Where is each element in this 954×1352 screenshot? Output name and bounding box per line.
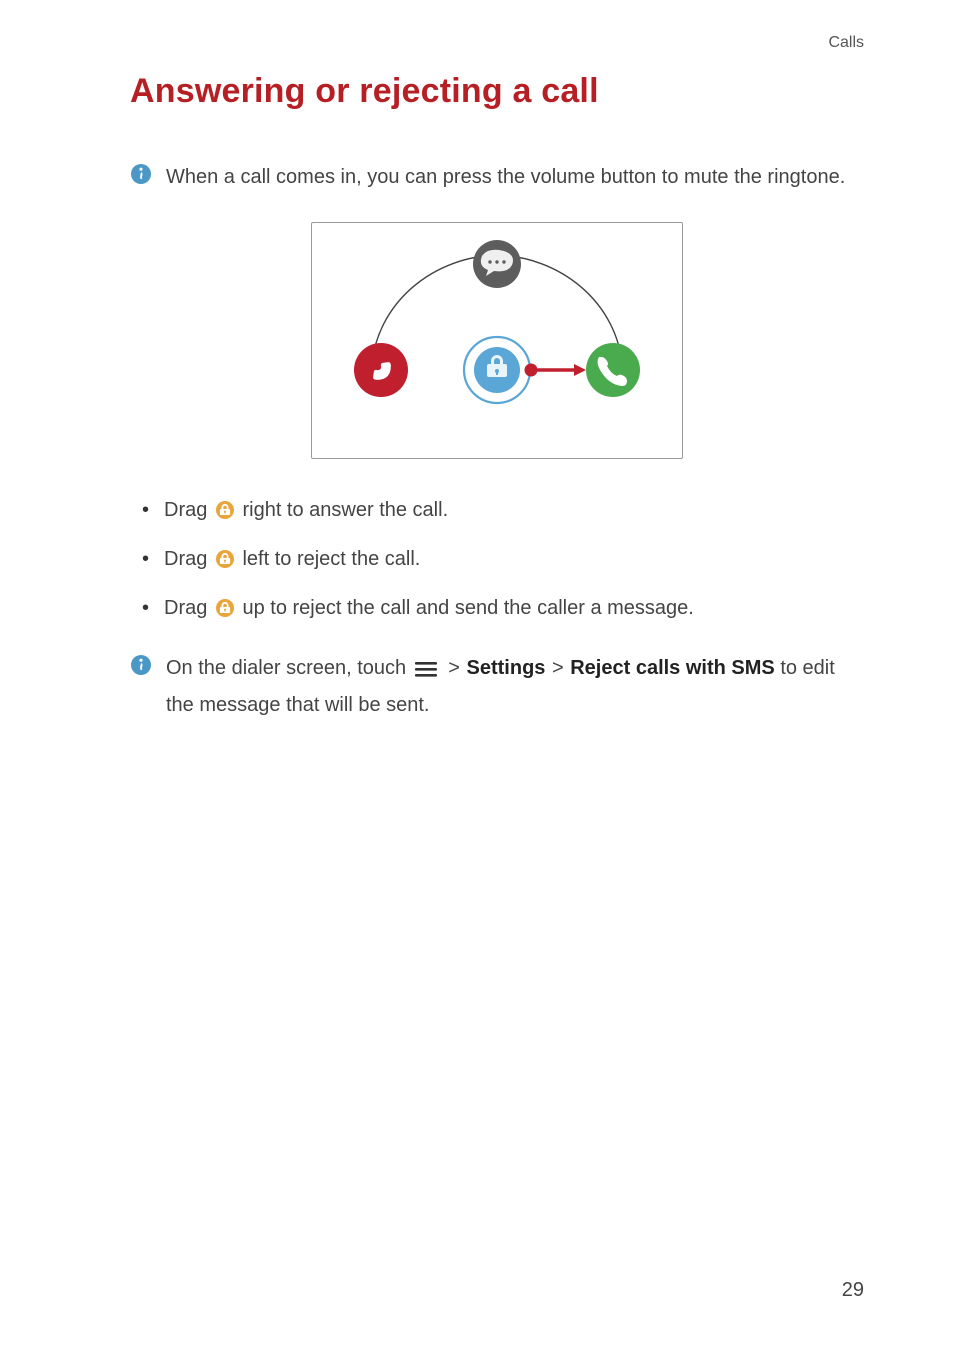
action-answer: Drag right to answer the call. — [140, 495, 864, 530]
call-diagram-svg — [312, 223, 682, 458]
menu-icon — [414, 656, 438, 689]
action-reject-post: left to reject the call. — [242, 548, 420, 570]
action-reject-sms: Drag up to reject the call and send the … — [140, 593, 864, 628]
info-icon — [130, 654, 152, 681]
action-reject: Drag left to reject the call. — [140, 544, 864, 579]
lock-icon — [215, 597, 235, 628]
action-reject-pre: Drag — [164, 548, 213, 570]
page: Calls Answering or rejecting a call When… — [0, 0, 954, 1352]
tip-text-2: On the dialer screen, touch > Settings >… — [166, 652, 864, 722]
gt-2: > — [552, 657, 564, 679]
tip-block-1: When a call comes in, you can press the … — [130, 161, 864, 194]
action-answer-post: right to answer the call. — [242, 499, 448, 521]
reject-sms-label: Reject calls with SMS — [570, 657, 775, 679]
running-head: Calls — [130, 34, 864, 52]
tip-text-1: When a call comes in, you can press the … — [166, 161, 845, 194]
gt-1: > — [448, 657, 460, 679]
action-reject-sms-post: up to reject the call and send the calle… — [242, 597, 693, 619]
action-answer-pre: Drag — [164, 499, 213, 521]
settings-label: Settings — [467, 657, 546, 679]
info-icon — [130, 163, 152, 190]
tip2-pre: On the dialer screen, touch — [166, 657, 412, 679]
page-title: Answering or rejecting a call — [130, 72, 864, 111]
incoming-call-figure — [311, 222, 683, 459]
tip-block-2: On the dialer screen, touch > Settings >… — [130, 652, 864, 722]
page-number: 29 — [842, 1279, 864, 1302]
actions-list: Drag right to answer the call. Drag — [130, 495, 864, 628]
lock-icon — [215, 499, 235, 530]
lock-icon — [215, 548, 235, 579]
action-reject-sms-pre: Drag — [164, 597, 213, 619]
